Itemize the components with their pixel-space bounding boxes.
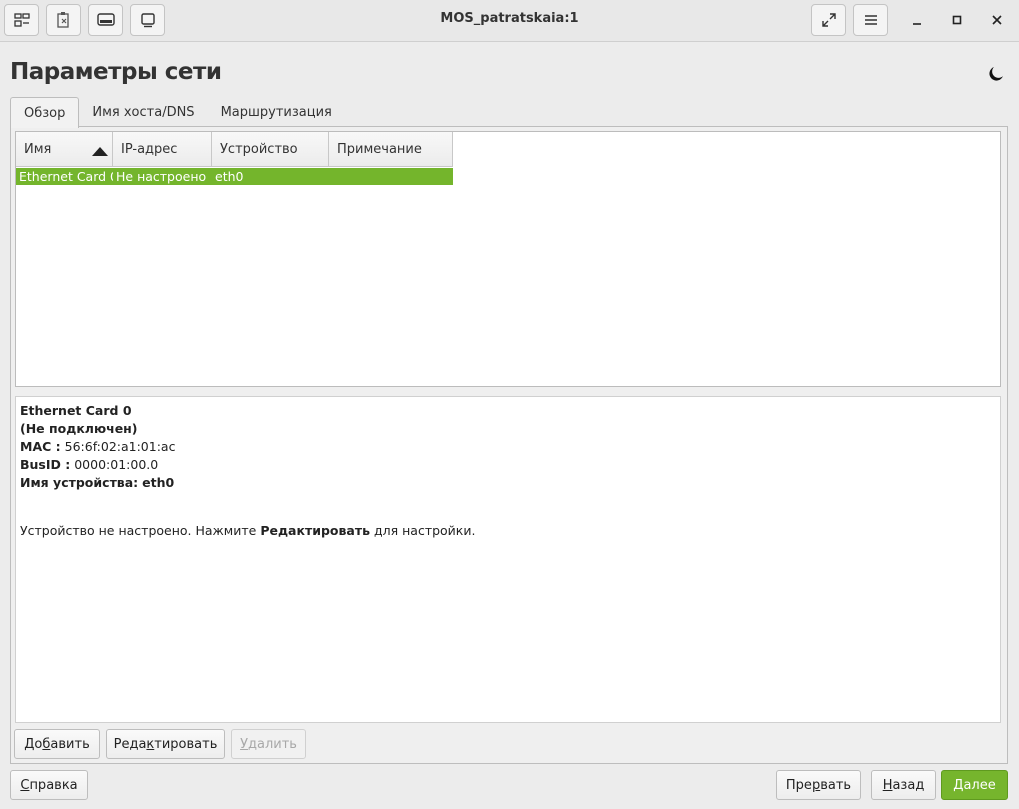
delete-button[interactable]: Удалить	[231, 729, 306, 759]
details-card-name: Ethernet Card 0	[20, 403, 132, 418]
details-mac: MAC : 56:6f:02:a1:01:ac	[20, 439, 176, 454]
column-header-label: Устройство	[220, 141, 298, 157]
cell-ip: Не настроено	[116, 169, 207, 184]
keyboard-button[interactable]	[88, 4, 123, 36]
next-button[interactable]: Далее	[941, 770, 1008, 800]
column-header-note[interactable]: Примечание	[329, 132, 453, 167]
details-status: (Не подключен)	[20, 421, 138, 436]
cell-device: eth0	[215, 169, 244, 184]
minimize-icon	[913, 23, 921, 25]
keyboard-icon	[96, 13, 115, 26]
fullscreen-icon	[821, 13, 836, 27]
tab-bar: Обзор Имя хоста/DNS Маршрутизация	[10, 97, 345, 128]
edit-button[interactable]: Реда к тировать	[106, 729, 225, 759]
add-button[interactable]: До б авить	[14, 729, 100, 759]
moon-icon[interactable]	[989, 65, 1005, 81]
column-header-device[interactable]: Устройство	[212, 132, 329, 167]
menu-button[interactable]	[853, 4, 888, 36]
column-header-ip[interactable]: IP-адрес	[113, 132, 212, 167]
table-row[interactable]: Ethernet Card 0 Не настроено eth0	[16, 168, 453, 185]
cell-note	[329, 168, 453, 185]
tab-routing[interactable]: Маршрутизация	[208, 97, 345, 127]
minimize-button[interactable]	[902, 6, 932, 34]
tab-overview[interactable]: Обзор	[10, 97, 80, 128]
column-header-label: Примечание	[337, 141, 422, 157]
abort-button[interactable]: Пре р вать	[776, 770, 861, 800]
details-device-name: Имя устройства: eth0	[20, 475, 175, 490]
clipboard-icon	[56, 12, 69, 28]
help-button[interactable]: Справка	[10, 770, 88, 800]
clipboard-button[interactable]	[46, 4, 81, 36]
display-icon	[140, 13, 155, 28]
close-button[interactable]	[982, 6, 1012, 34]
cell-name: Ethernet Card 0	[19, 169, 113, 184]
details-busid: BusID : 0000:01:00.0	[20, 457, 159, 472]
maximize-icon	[952, 15, 962, 25]
sort-ascending-icon	[92, 147, 108, 156]
maximize-button[interactable]	[942, 6, 972, 34]
column-header-name[interactable]: Имя	[16, 132, 113, 167]
window-list-button[interactable]	[4, 4, 39, 36]
back-button[interactable]: Назад	[871, 770, 936, 800]
details-message: Устройство не настроено. Нажмите Редакти…	[20, 523, 476, 538]
display-button[interactable]	[130, 4, 165, 36]
fullscreen-button[interactable]	[811, 4, 846, 36]
network-cards-table: Имя IP-адрес Устройство Примечание Ether…	[15, 131, 1001, 387]
column-header-label: Имя	[24, 141, 52, 157]
window-list-icon	[13, 13, 30, 27]
table-header: Имя IP-адрес Устройство Примечание	[16, 132, 453, 167]
close-icon	[992, 15, 1002, 25]
device-details-pane: Ethernet Card 0 (Не подключен) MAC : 56:…	[15, 396, 1001, 723]
page-title: Параметры сети	[10, 59, 222, 85]
column-header-label: IP-адрес	[121, 141, 178, 157]
menu-icon	[864, 15, 877, 25]
window-titlebar: MOS_patratskaia:1	[0, 0, 1019, 42]
tab-hostname-dns[interactable]: Имя хоста/DNS	[79, 97, 207, 127]
